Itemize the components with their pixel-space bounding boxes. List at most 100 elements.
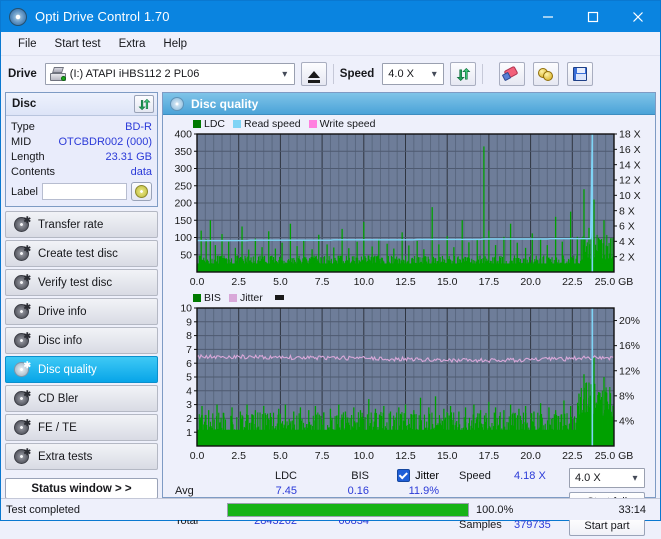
disc-refresh-button[interactable] <box>134 95 154 113</box>
bis-chart-block: BIS Jitter 1 2 3 4 5 6 7 8 9 10 4% 8% 12% 16% 20% 0.0 2.… <box>165 291 653 464</box>
status-window-button[interactable]: Status window > > <box>5 478 158 499</box>
table-header-row: LDC BIS Jitter <box>167 468 455 483</box>
sidebar-item-transfer-rate[interactable]: ✱ Transfer rate <box>5 211 158 238</box>
clear-button[interactable] <box>499 62 526 86</box>
svg-text:8 X: 8 X <box>619 205 635 217</box>
table-row: Avg 7.45 0.16 11.9% <box>167 483 455 498</box>
speed-select[interactable]: 4.0 X ▾ <box>382 63 445 85</box>
readout-speed-label: Speed <box>459 469 491 482</box>
eject-button[interactable] <box>300 62 327 86</box>
menu-help[interactable]: Help <box>154 35 196 53</box>
disc-length-value: 23.31 GB <box>105 150 152 163</box>
svg-text:10.0: 10.0 <box>354 450 375 462</box>
main-panel: Disc quality LDC Read speed Write speed … <box>162 92 656 536</box>
toolbar-divider-1 <box>332 64 334 84</box>
main-panel-header: Disc quality <box>163 93 655 115</box>
status-bar: Test completed 100.0% 33:14 <box>1 498 660 520</box>
menu-extra[interactable]: Extra <box>110 35 155 53</box>
test-speed-select[interactable]: 4.0 X ▾ <box>569 468 645 488</box>
sidebar-item-extra-tests[interactable]: ✱ Extra tests <box>5 443 158 470</box>
options-button[interactable] <box>533 62 560 86</box>
disc-mid-label: MID <box>11 135 32 148</box>
chevron-down-icon: ▾ <box>282 68 288 80</box>
svg-text:4: 4 <box>186 385 192 397</box>
legend-ldc: LDC <box>193 118 225 130</box>
svg-text:10 X: 10 X <box>619 190 641 202</box>
drive-select[interactable]: (I:) ATAPI iHBS112 2 PL06 ▾ <box>44 63 295 85</box>
sidebar-item-label: FE / TE <box>38 421 77 434</box>
svg-text:50: 50 <box>180 249 192 261</box>
svg-text:7.5: 7.5 <box>315 450 330 462</box>
disc-test-icon: ✱ <box>14 448 31 464</box>
svg-text:2 X: 2 X <box>619 251 635 263</box>
sidebar-item-disc-info[interactable]: ✱ Disc info <box>5 327 158 354</box>
svg-text:7.5: 7.5 <box>315 276 330 288</box>
sidebar-item-label: Disc info <box>38 334 83 347</box>
sidebar-item-label: Drive info <box>38 305 87 318</box>
cell-avg-bis: 0.16 <box>347 484 369 497</box>
svg-text:6 X: 6 X <box>619 221 635 233</box>
page-title: Disc quality <box>191 96 259 111</box>
coins-icon <box>538 67 554 81</box>
maximize-button[interactable] <box>570 1 615 32</box>
readout-speed: Speed 4.18 X <box>459 468 569 483</box>
svg-text:150: 150 <box>174 215 192 227</box>
legend-swatch-write-speed <box>308 119 317 128</box>
legend-label-bis: BIS <box>204 291 221 304</box>
menu-file[interactable]: File <box>9 35 46 53</box>
svg-text:350: 350 <box>174 146 192 158</box>
sidebar-item-fe-te[interactable]: ✱ FE / TE <box>5 414 158 441</box>
speed-label: Speed <box>339 68 375 80</box>
svg-text:8%: 8% <box>619 390 634 402</box>
disc-panel-title: Disc <box>12 98 37 110</box>
scrollbar-marker <box>274 295 284 300</box>
sidebar-item-verify-test-disc[interactable]: ✱ Verify test disc <box>5 269 158 296</box>
menu-start-test[interactable]: Start test <box>46 35 110 53</box>
sidebar: Disc Type BD-R MID OTCBDR002 (000) Lengt… <box>5 92 158 499</box>
legend-label-ldc: LDC <box>204 117 226 130</box>
disc-label-input[interactable] <box>41 183 127 200</box>
col-header-jitter: Jitter <box>415 469 439 482</box>
row-label-avg: Avg <box>175 484 194 497</box>
disc-type-value: BD-R <box>125 120 152 133</box>
ldc-plot: 50 100 150 200 250 300 350 400 2 X 4 X 6 X 8 X 10 X 1… <box>165 130 653 290</box>
sidebar-item-cd-bler[interactable]: ✱ CD Bler <box>5 385 158 412</box>
svg-text:4%: 4% <box>619 416 634 428</box>
disc-info-panel: Disc Type BD-R MID OTCBDR002 (000) Lengt… <box>5 92 158 207</box>
disc-test-icon: ✱ <box>14 303 31 319</box>
save-button[interactable] <box>567 62 594 86</box>
disc-test-icon: ✱ <box>14 361 31 377</box>
refresh-button[interactable] <box>450 62 477 86</box>
disc-label-label: Label <box>11 185 38 198</box>
svg-text:300: 300 <box>174 163 192 175</box>
status-message: Test completed <box>6 503 80 516</box>
svg-text:25.0 GB: 25.0 GB <box>595 450 634 462</box>
sidebar-item-disc-quality[interactable]: ✱ Disc quality <box>5 356 158 383</box>
svg-text:4 X: 4 X <box>619 236 635 248</box>
title-bar: Opti Drive Control 1.70 <box>1 1 660 32</box>
svg-text:17.5: 17.5 <box>479 276 500 288</box>
disc-label-browse-button[interactable] <box>131 182 152 201</box>
svg-text:1: 1 <box>186 427 192 439</box>
cell-avg-ldc: 7.45 <box>275 484 297 497</box>
jitter-checkbox[interactable] <box>397 469 411 482</box>
disc-quality-icon <box>170 96 184 111</box>
svg-text:2.5: 2.5 <box>231 276 246 288</box>
minimize-button[interactable] <box>525 1 570 32</box>
sidebar-item-drive-info[interactable]: ✱ Drive info <box>5 298 158 325</box>
svg-text:250: 250 <box>174 180 192 192</box>
col-header-bis: BIS <box>351 469 369 482</box>
legend-label-write-speed: Write speed <box>319 117 376 130</box>
sidebar-item-label: Verify test disc <box>38 276 113 289</box>
svg-text:9: 9 <box>186 316 192 328</box>
progress-percent: 100.0% <box>476 503 514 516</box>
svg-text:16 X: 16 X <box>619 144 641 156</box>
svg-text:17.5: 17.5 <box>479 450 500 462</box>
eject-icon <box>307 70 320 83</box>
legend-swatch-jitter <box>228 293 237 302</box>
sidebar-nav: ✱ Transfer rate ✱ Create test disc ✱ Ver… <box>5 211 158 503</box>
close-button[interactable] <box>615 1 660 32</box>
sidebar-item-create-test-disc[interactable]: ✱ Create test disc <box>5 240 158 267</box>
elapsed-time: 33:14 <box>618 503 646 516</box>
disc-test-icon: ✱ <box>14 216 31 232</box>
